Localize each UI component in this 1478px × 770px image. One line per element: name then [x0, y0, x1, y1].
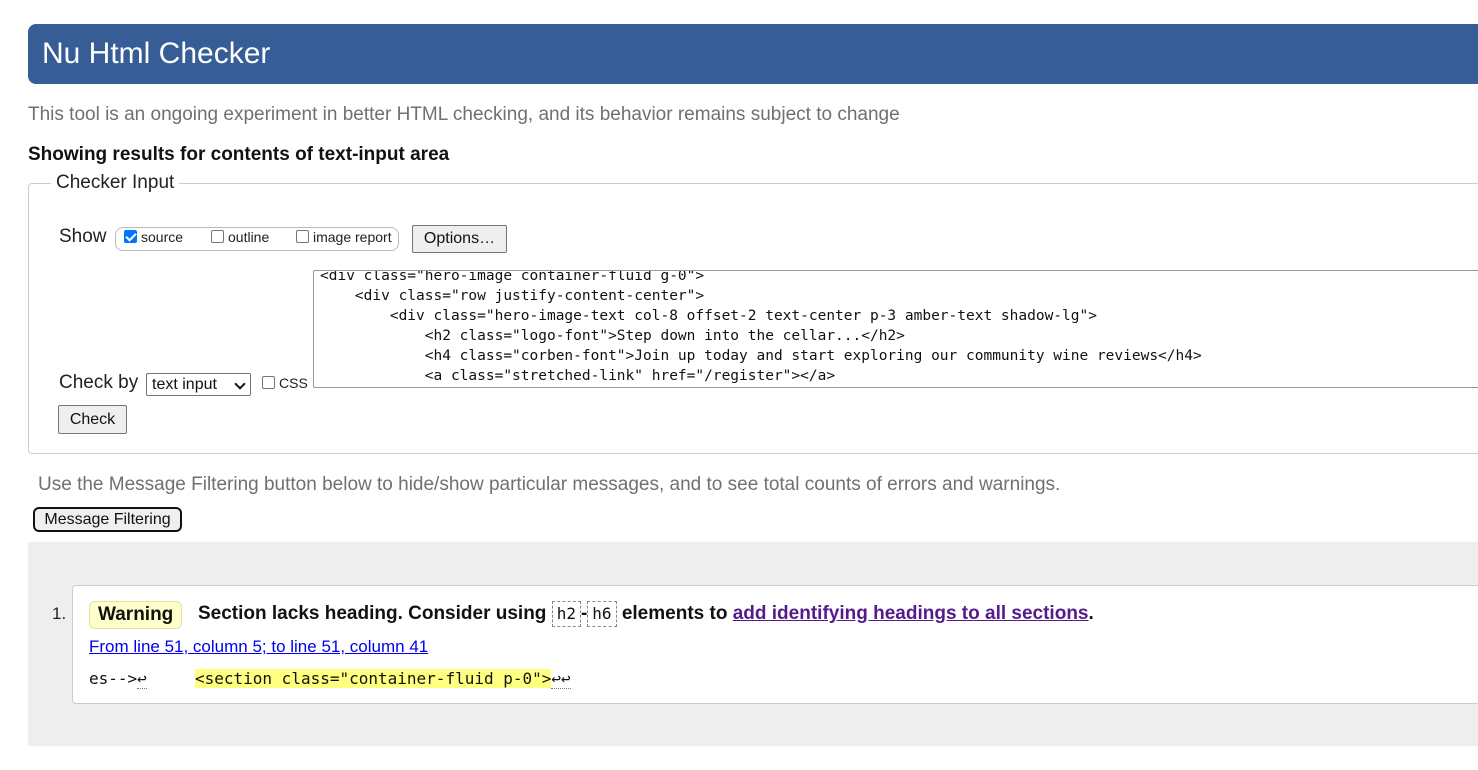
check-button[interactable]: Check	[58, 405, 127, 434]
extract-highlight: <section class="container-fluid p-0">	[194, 669, 552, 688]
message-text-middle: elements to	[616, 603, 733, 625]
source-line: <div class="row justify-content-center">	[320, 288, 705, 304]
options-button[interactable]: Options…	[412, 225, 507, 253]
chevron-down-icon[interactable]	[234, 378, 246, 390]
check-by-selected-value[interactable]: text input	[152, 376, 217, 393]
show-label: Show	[59, 226, 107, 247]
outline-checkbox[interactable]	[211, 230, 224, 243]
page: Nu Html Checker This tool is an ongoing …	[0, 0, 1478, 770]
check-by-select[interactable]: text input	[146, 373, 251, 396]
message-number: 1.	[52, 604, 67, 623]
css-option[interactable]: CSS	[262, 375, 308, 391]
page-title: Nu Html Checker	[28, 24, 1478, 84]
source-line: <h2 class="logo-font">Step down into the…	[320, 328, 905, 344]
source-line: <div class="hero-image container-fluid g…	[320, 270, 705, 284]
extract-gap	[147, 669, 195, 688]
css-checkbox-label[interactable]: CSS	[279, 375, 308, 391]
return-icon: ↩	[137, 669, 147, 689]
checker-input-legend: Checker Input	[51, 172, 180, 194]
source-checkbox-label[interactable]: source	[141, 229, 183, 245]
warning-badge: Warning	[89, 601, 183, 629]
code-tag-h2: h2	[551, 601, 581, 627]
tool-description: This tool is an ongoing experiment in be…	[28, 104, 900, 125]
results-heading: Showing results for contents of text-inp…	[28, 144, 450, 165]
checker-input-fieldset: Checker Input Show source outline image …	[28, 172, 1478, 454]
return-icons: ↩↩	[551, 669, 571, 689]
message-text-before: Section lacks heading. Consider using	[198, 603, 552, 625]
show-outline-option[interactable]: outline	[211, 229, 269, 245]
source-line: <h4 class="corben-font">Join up today an…	[320, 348, 1202, 364]
show-options-group: source outline image report	[115, 227, 399, 251]
headings-help-link[interactable]: add identifying headings to all sections	[733, 603, 1089, 624]
source-line: <a class="stretched-link" href="/registe…	[320, 368, 836, 384]
location-link[interactable]: From line 51, column 5; to line 51, colu…	[89, 637, 428, 657]
css-checkbox[interactable]	[262, 376, 275, 389]
show-source-option[interactable]: source	[124, 229, 183, 245]
message-text-after: .	[1088, 603, 1094, 625]
image-report-checkbox-label[interactable]: image report	[313, 229, 392, 245]
source-textarea[interactable]: <div class="hero-image container-fluid g…	[313, 270, 1478, 388]
outline-checkbox-label[interactable]: outline	[228, 229, 269, 245]
message-text: Section lacks heading. Consider using h2…	[198, 601, 1094, 627]
code-tag-h6: h6	[587, 601, 617, 627]
message-filtering-button[interactable]: Message Filtering	[33, 507, 182, 532]
source-line: <div class="hero-image-text col-8 offset…	[320, 308, 1097, 324]
extract-before: es-->	[89, 669, 138, 688]
image-report-checkbox[interactable]	[296, 230, 309, 243]
show-image-report-option[interactable]: image report	[296, 229, 392, 245]
check-by-label: Check by	[59, 372, 139, 393]
message-filtering-note: Use the Message Filtering button below t…	[38, 474, 1061, 495]
code-extract: es-->↩ <section class="container-fluid p…	[89, 668, 571, 690]
message-item-warning: Warning Section lacks heading. Consider …	[72, 585, 1478, 704]
source-checkbox[interactable]	[124, 230, 137, 243]
results-list: 1. Warning Section lacks heading. Consid…	[28, 542, 1478, 746]
